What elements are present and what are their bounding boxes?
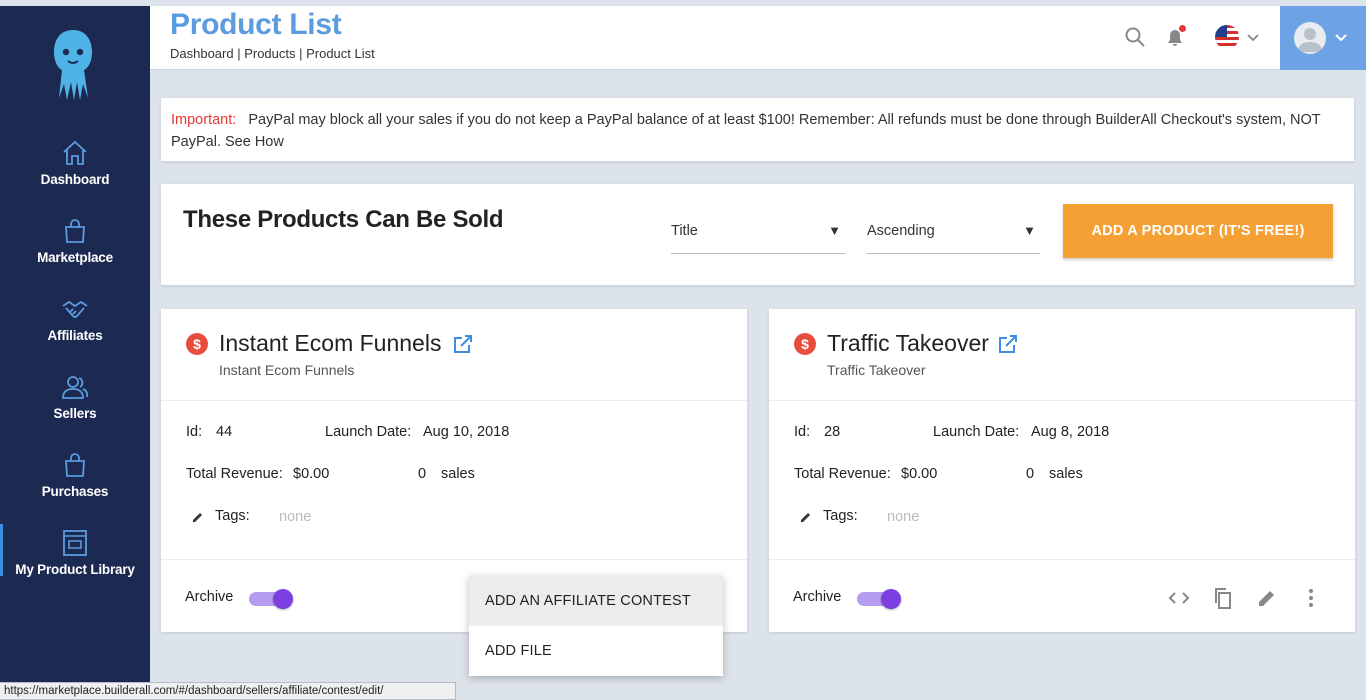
code-icon[interactable] xyxy=(1167,586,1191,610)
tags-value: none xyxy=(887,509,920,525)
user-menu[interactable] xyxy=(1280,6,1366,70)
shopping-bag-icon xyxy=(65,453,85,477)
browser-status-bar: https://marketplace.builderall.com/#/das… xyxy=(0,682,456,700)
important-notice: Important: PayPal may block all your sal… xyxy=(161,98,1354,161)
dropdown-arrow-icon: ▼ xyxy=(828,223,841,238)
divider xyxy=(161,559,747,560)
id-label: Id: xyxy=(186,424,203,440)
us-flag-icon xyxy=(1215,25,1239,49)
sidebar-item-label: Dashboard xyxy=(40,172,110,187)
sidebar: Dashboard Marketplace Affiliates Sellers… xyxy=(0,6,150,700)
notice-label: Important: xyxy=(171,112,237,128)
launch-date: Aug 10, 2018 xyxy=(423,424,510,440)
id-label: Id: xyxy=(794,424,811,440)
dollar-icon: $ xyxy=(186,333,208,355)
notification-dot xyxy=(1179,25,1186,32)
library-icon xyxy=(63,530,87,556)
external-link-icon[interactable] xyxy=(452,333,474,355)
section-heading: These Products Can Be Sold xyxy=(183,206,504,233)
breadcrumb[interactable]: Dashboard | Products | Product List xyxy=(170,46,375,61)
sort-field-value: Title xyxy=(671,223,698,239)
launch-date-label: Launch Date: xyxy=(325,424,412,440)
chevron-down-icon xyxy=(1247,34,1259,42)
total-revenue-label: Total Revenue: xyxy=(794,466,891,482)
product-card: $ Traffic Takeover Traffic Takeover Id: … xyxy=(769,309,1355,632)
product-subtitle: Instant Ecom Funnels xyxy=(219,362,355,378)
dollar-icon: $ xyxy=(794,333,816,355)
product-id: 44 xyxy=(216,424,233,440)
product-title: Traffic Takeover xyxy=(827,330,989,356)
archive-toggle[interactable] xyxy=(249,589,295,609)
search-icon[interactable] xyxy=(1124,26,1146,48)
product-id: 28 xyxy=(824,424,841,440)
add-product-button[interactable]: ADD A PRODUCT (IT'S FREE!) xyxy=(1063,204,1333,258)
product-subtitle: Traffic Takeover xyxy=(827,362,926,378)
tags-label: Tags: xyxy=(823,508,858,524)
octopus-logo[interactable] xyxy=(50,28,96,102)
divider xyxy=(769,400,1355,401)
sidebar-item-my-product-library[interactable]: My Product Library xyxy=(0,524,150,598)
shopping-bag-icon xyxy=(65,219,85,243)
sort-order-value: Ascending xyxy=(867,223,935,239)
menu-item-add-file[interactable]: ADD FILE xyxy=(469,626,723,676)
tags-value: none xyxy=(279,509,312,525)
page-title: Product List xyxy=(170,8,342,41)
home-icon xyxy=(63,140,87,165)
toggle-knob xyxy=(881,589,901,609)
sidebar-item-label: My Product Library xyxy=(15,562,135,577)
pencil-icon xyxy=(193,513,202,522)
notice-text: PayPal may block all your sales if you d… xyxy=(171,112,1321,150)
total-revenue-label: Total Revenue: xyxy=(186,466,283,482)
toggle-knob xyxy=(273,589,293,609)
sales-count: 0 xyxy=(418,466,427,482)
header: Product List Dashboard | Products | Prod… xyxy=(150,6,1366,70)
archive-label: Archive xyxy=(185,589,234,605)
handshake-icon xyxy=(62,300,88,318)
sidebar-item-purchases[interactable]: Purchases xyxy=(0,450,150,520)
products-toolbar: These Products Can Be Sold Title ▼ Ascen… xyxy=(161,184,1354,285)
menu-item-add-affiliate-contest[interactable]: ADD AN AFFILIATE CONTEST xyxy=(469,576,723,626)
card-actions-menu: ADD AN AFFILIATE CONTEST ADD FILE xyxy=(469,576,723,676)
divider xyxy=(769,559,1355,560)
sort-order-select[interactable]: Ascending ▼ xyxy=(867,212,1040,254)
edit-icon[interactable] xyxy=(1255,586,1279,610)
chevron-down-icon xyxy=(1335,34,1347,42)
sidebar-item-affiliates[interactable]: Affiliates xyxy=(0,294,150,364)
sidebar-item-label: Marketplace xyxy=(37,250,113,265)
dropdown-arrow-icon: ▼ xyxy=(1023,223,1036,238)
archive-label: Archive xyxy=(793,589,842,605)
product-title: Instant Ecom Funnels xyxy=(219,330,442,356)
total-revenue: $0.00 xyxy=(293,466,330,482)
sort-field-select[interactable]: Title ▼ xyxy=(671,212,845,254)
sidebar-item-dashboard[interactable]: Dashboard xyxy=(0,138,150,208)
sales-label: sales xyxy=(1049,466,1083,482)
launch-date: Aug 8, 2018 xyxy=(1031,424,1110,440)
divider xyxy=(161,400,747,401)
copy-icon[interactable] xyxy=(1211,586,1235,610)
sidebar-item-label: Purchases xyxy=(41,484,109,499)
tags-label: Tags: xyxy=(215,508,250,524)
users-icon xyxy=(62,376,89,399)
external-link-icon[interactable] xyxy=(997,333,1019,355)
sidebar-item-marketplace[interactable]: Marketplace xyxy=(0,216,150,286)
pencil-icon xyxy=(801,513,810,522)
sidebar-item-sellers[interactable]: Sellers xyxy=(0,372,150,442)
launch-date-label: Launch Date: xyxy=(933,424,1020,440)
language-selector[interactable] xyxy=(1214,24,1260,50)
sidebar-item-label: Sellers xyxy=(53,406,97,421)
archive-toggle[interactable] xyxy=(857,589,903,609)
sales-label: sales xyxy=(441,466,475,482)
sidebar-item-label: Affiliates xyxy=(47,328,103,343)
total-revenue: $0.00 xyxy=(901,466,938,482)
more-vert-icon[interactable] xyxy=(1299,586,1323,610)
avatar xyxy=(1294,22,1326,54)
sales-count: 0 xyxy=(1026,466,1035,482)
